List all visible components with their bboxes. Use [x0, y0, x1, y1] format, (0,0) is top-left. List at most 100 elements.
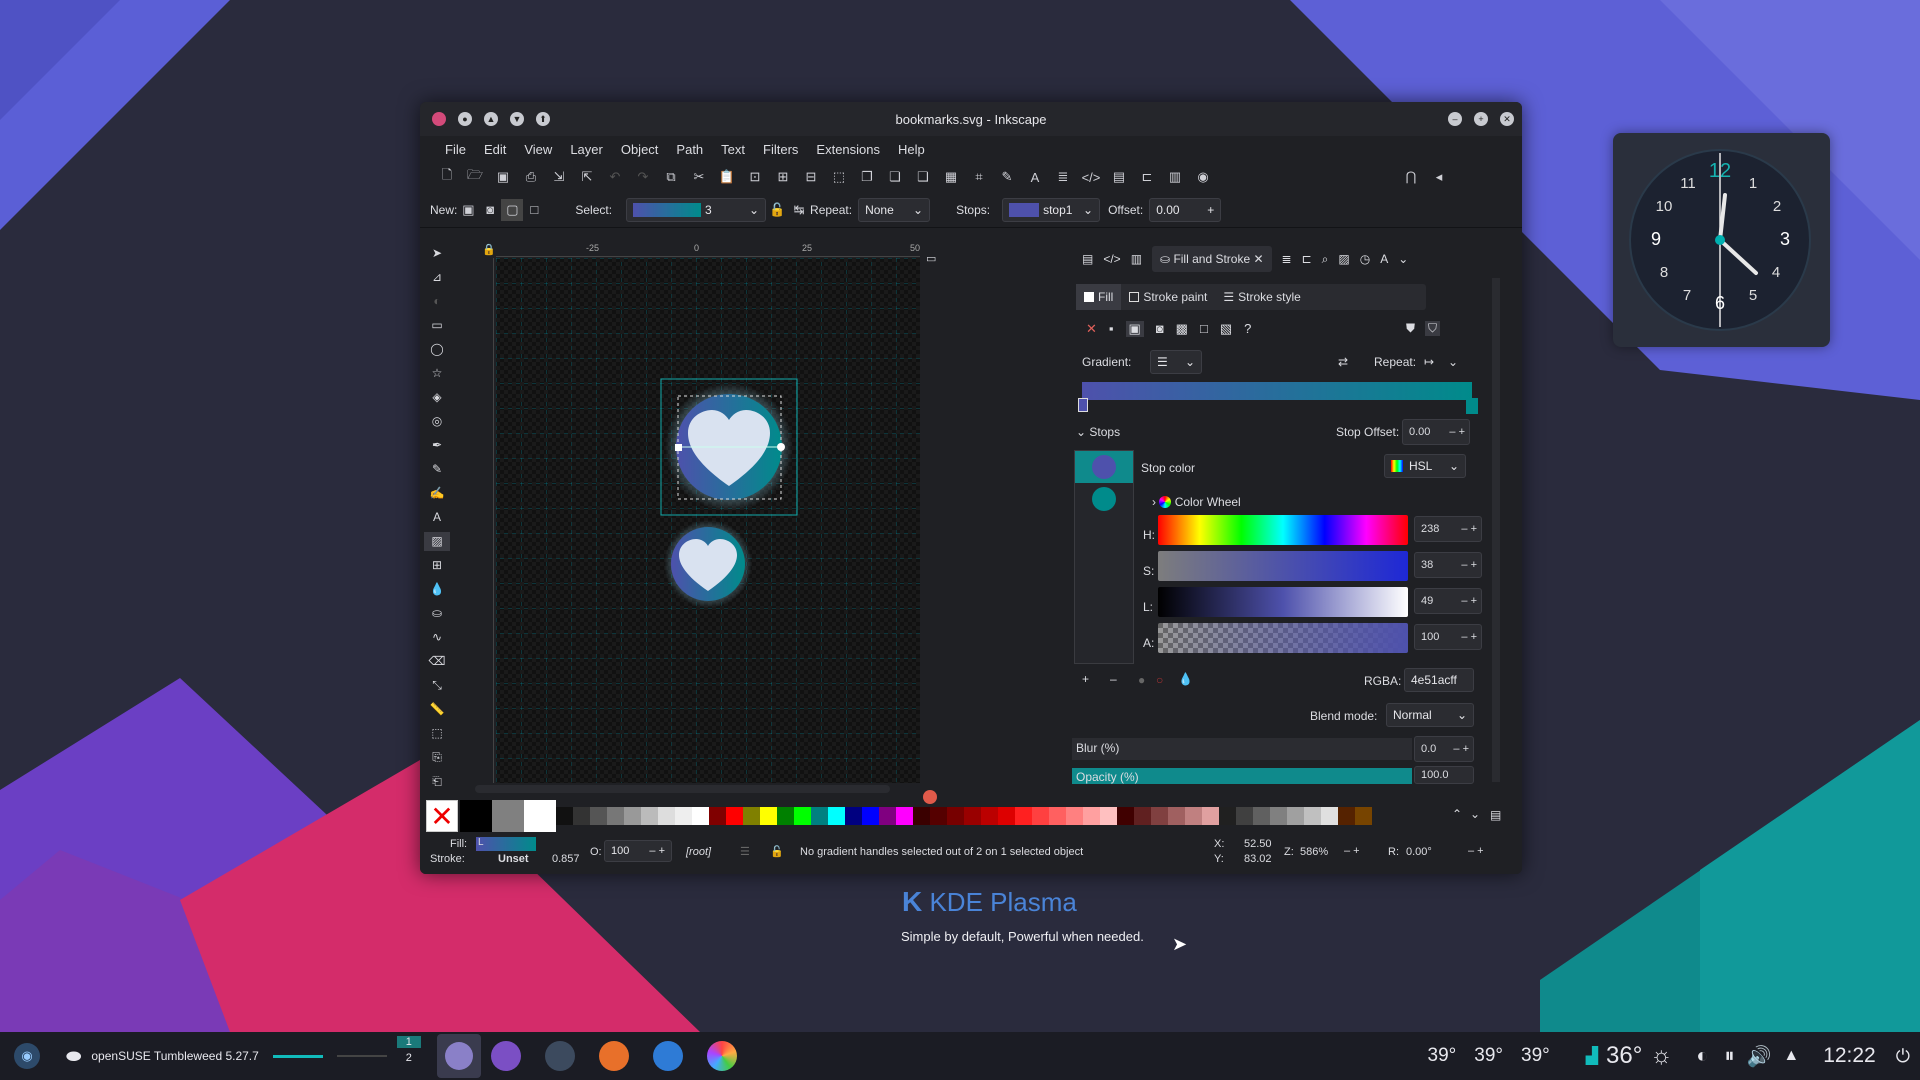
color-wheel-toggle[interactable]: › Color Wheel: [1152, 495, 1241, 509]
pen-tool-icon[interactable]: ✒: [432, 436, 442, 455]
gradient-end-handle[interactable]: [777, 443, 785, 451]
redo-icon[interactable]: ↷: [632, 166, 654, 188]
cpu-temp-2[interactable]: 39°: [1474, 1045, 1503, 1067]
tab-fill-and-stroke[interactable]: ⛀ Fill and Stroke ✕: [1152, 246, 1272, 272]
document-properties-tab-icon[interactable]: ▤: [1082, 252, 1093, 266]
task-discover-icon[interactable]: [490, 1041, 521, 1071]
volume-icon[interactable]: 🔊: [1746, 1044, 1771, 1069]
palette-swatch[interactable]: [1151, 807, 1168, 825]
stroke-target-button[interactable]: □: [523, 199, 545, 221]
opacity-slider[interactable]: Opacity (%): [1072, 768, 1412, 784]
add-stop-icon[interactable]: +: [1082, 672, 1089, 686]
palette-swatch[interactable]: [1253, 807, 1270, 825]
menu-text[interactable]: Text: [712, 142, 754, 157]
mesh-icon[interactable]: ▧: [1220, 321, 1232, 337]
menu-file[interactable]: File: [436, 142, 475, 157]
palette-swatch[interactable]: [930, 807, 947, 825]
palette-swatch[interactable]: [1338, 807, 1355, 825]
palette-down-icon[interactable]: ⌄: [1470, 807, 1480, 821]
text-font-tab-icon[interactable]: A: [1380, 252, 1388, 266]
palette-swatch[interactable]: [1117, 807, 1134, 825]
close-icon[interactable]: ✕: [1250, 252, 1263, 266]
maximize-button[interactable]: +: [1474, 112, 1488, 126]
chevron-down-icon[interactable]: ⌄: [1448, 355, 1458, 369]
zoom-width-icon[interactable]: ⬚: [828, 166, 850, 188]
task-settings-icon[interactable]: [544, 1041, 575, 1071]
zoom-page-icon[interactable]: ⊟: [800, 166, 822, 188]
inkscape-window[interactable]: ● ▲ ▼ ⬆ bookmarks.svg - Inkscape – + ✕ F…: [420, 102, 1522, 874]
page-tab-icon[interactable]: ▥: [1131, 252, 1142, 266]
panel-scrollbar[interactable]: [1492, 278, 1500, 782]
out-of-gamut-icon[interactable]: ○: [1156, 673, 1163, 687]
zoom-drawing-icon[interactable]: ⊞: [772, 166, 794, 188]
import-icon[interactable]: ⇲: [548, 166, 570, 188]
palette-menu-icon[interactable]: ▤: [1490, 808, 1501, 822]
saturation-slider[interactable]: [1158, 551, 1408, 581]
fill-stroke-icon[interactable]: ✎: [996, 166, 1018, 188]
find-tab-icon[interactable]: ⌕: [1322, 252, 1329, 267]
swatch-black[interactable]: [460, 800, 492, 832]
task-firefox-icon[interactable]: [598, 1041, 629, 1071]
linear-gradient-icon[interactable]: ▣: [1125, 321, 1144, 337]
pin-icon[interactable]: ●: [458, 112, 472, 126]
star-tool-icon[interactable]: ☆: [432, 364, 443, 383]
menu-layer[interactable]: Layer: [561, 142, 612, 157]
keep-above-icon[interactable]: ▲: [484, 112, 498, 126]
spiral-tool-icon[interactable]: ◎: [432, 412, 442, 431]
minimize-button[interactable]: –: [1448, 112, 1462, 126]
alpha-input[interactable]: 100 – +: [1414, 624, 1482, 650]
remove-stop-icon[interactable]: –: [1110, 672, 1117, 686]
application-launcher-icon[interactable]: ◉: [14, 1043, 40, 1069]
swatch-icon[interactable]: □: [1200, 321, 1208, 337]
snap-icon[interactable]: ⋂: [1400, 166, 1422, 188]
lightness-input[interactable]: 49 – +: [1414, 588, 1482, 614]
menu-extensions[interactable]: Extensions: [807, 142, 889, 157]
save-icon[interactable]: ▣: [492, 166, 514, 188]
repeat-dropdown[interactable]: None ⌄: [858, 197, 931, 222]
gradient-editor-bar[interactable]: [1082, 382, 1472, 400]
print-icon[interactable]: ⎙: [520, 166, 542, 188]
palette-swatch[interactable]: [947, 807, 964, 825]
menu-edit[interactable]: Edit: [475, 142, 515, 157]
palette-swatch[interactable]: [556, 807, 573, 825]
gradient-stop-handle[interactable]: [1466, 398, 1478, 414]
pencil-tool-icon[interactable]: ✎: [432, 460, 442, 479]
layer-menu-icon[interactable]: ☰: [740, 845, 750, 858]
menu-filters[interactable]: Filters: [754, 142, 807, 157]
palette-swatch[interactable]: [1100, 807, 1117, 825]
palette-swatch[interactable]: [1066, 807, 1083, 825]
hue-input[interactable]: 238 – +: [1414, 516, 1482, 542]
fill-rule-evenodd-icon[interactable]: ⛊: [1406, 321, 1415, 336]
clone-icon[interactable]: ❏: [884, 166, 906, 188]
tray-expand-icon[interactable]: ▲: [1783, 1047, 1799, 1065]
stop-offset-input[interactable]: 0.00 – +: [1402, 419, 1470, 445]
palette-swatch[interactable]: [658, 807, 675, 825]
palette-swatch[interactable]: [845, 807, 862, 825]
duplicate-icon[interactable]: ❐: [856, 166, 878, 188]
desktop-2[interactable]: 2: [406, 1052, 412, 1064]
palette-swatch[interactable]: [675, 807, 692, 825]
palette-swatch[interactable]: [913, 807, 930, 825]
opacity-input[interactable]: 100.0: [1414, 766, 1474, 784]
stroke-width-value[interactable]: 0.857: [552, 853, 580, 865]
palette-swatch[interactable]: [998, 807, 1015, 825]
gradient-stop-handle[interactable]: [1078, 398, 1088, 412]
palette-swatch[interactable]: [1185, 807, 1202, 825]
radial-gradient-button[interactable]: ◙: [479, 199, 501, 221]
mesh-tool-icon[interactable]: ⊞: [432, 556, 442, 575]
desktop-1[interactable]: 1: [396, 1036, 421, 1048]
color-picker-icon[interactable]: 💧: [1178, 672, 1193, 686]
zoom-value[interactable]: 586%: [1300, 846, 1328, 858]
linear-gradient-button[interactable]: ▣: [457, 199, 479, 221]
export-icon[interactable]: ⇱: [576, 166, 598, 188]
zoom-tool-icon[interactable]: ⬚: [431, 724, 442, 743]
hue-slider[interactable]: [1158, 515, 1408, 545]
calligraphy-tool-icon[interactable]: ✍: [430, 484, 445, 503]
cpu-temp-3[interactable]: 39°: [1521, 1045, 1550, 1067]
palette-swatch[interactable]: [1236, 807, 1253, 825]
canvas-display-icon[interactable]: ▭: [926, 252, 936, 265]
lock-guides-icon[interactable]: 🔒: [482, 243, 496, 256]
saturation-input[interactable]: 38 – +: [1414, 552, 1482, 578]
reverse-gradient-icon[interactable]: ⇄: [1338, 355, 1348, 369]
align-tab-icon[interactable]: ⊏: [1302, 252, 1312, 266]
